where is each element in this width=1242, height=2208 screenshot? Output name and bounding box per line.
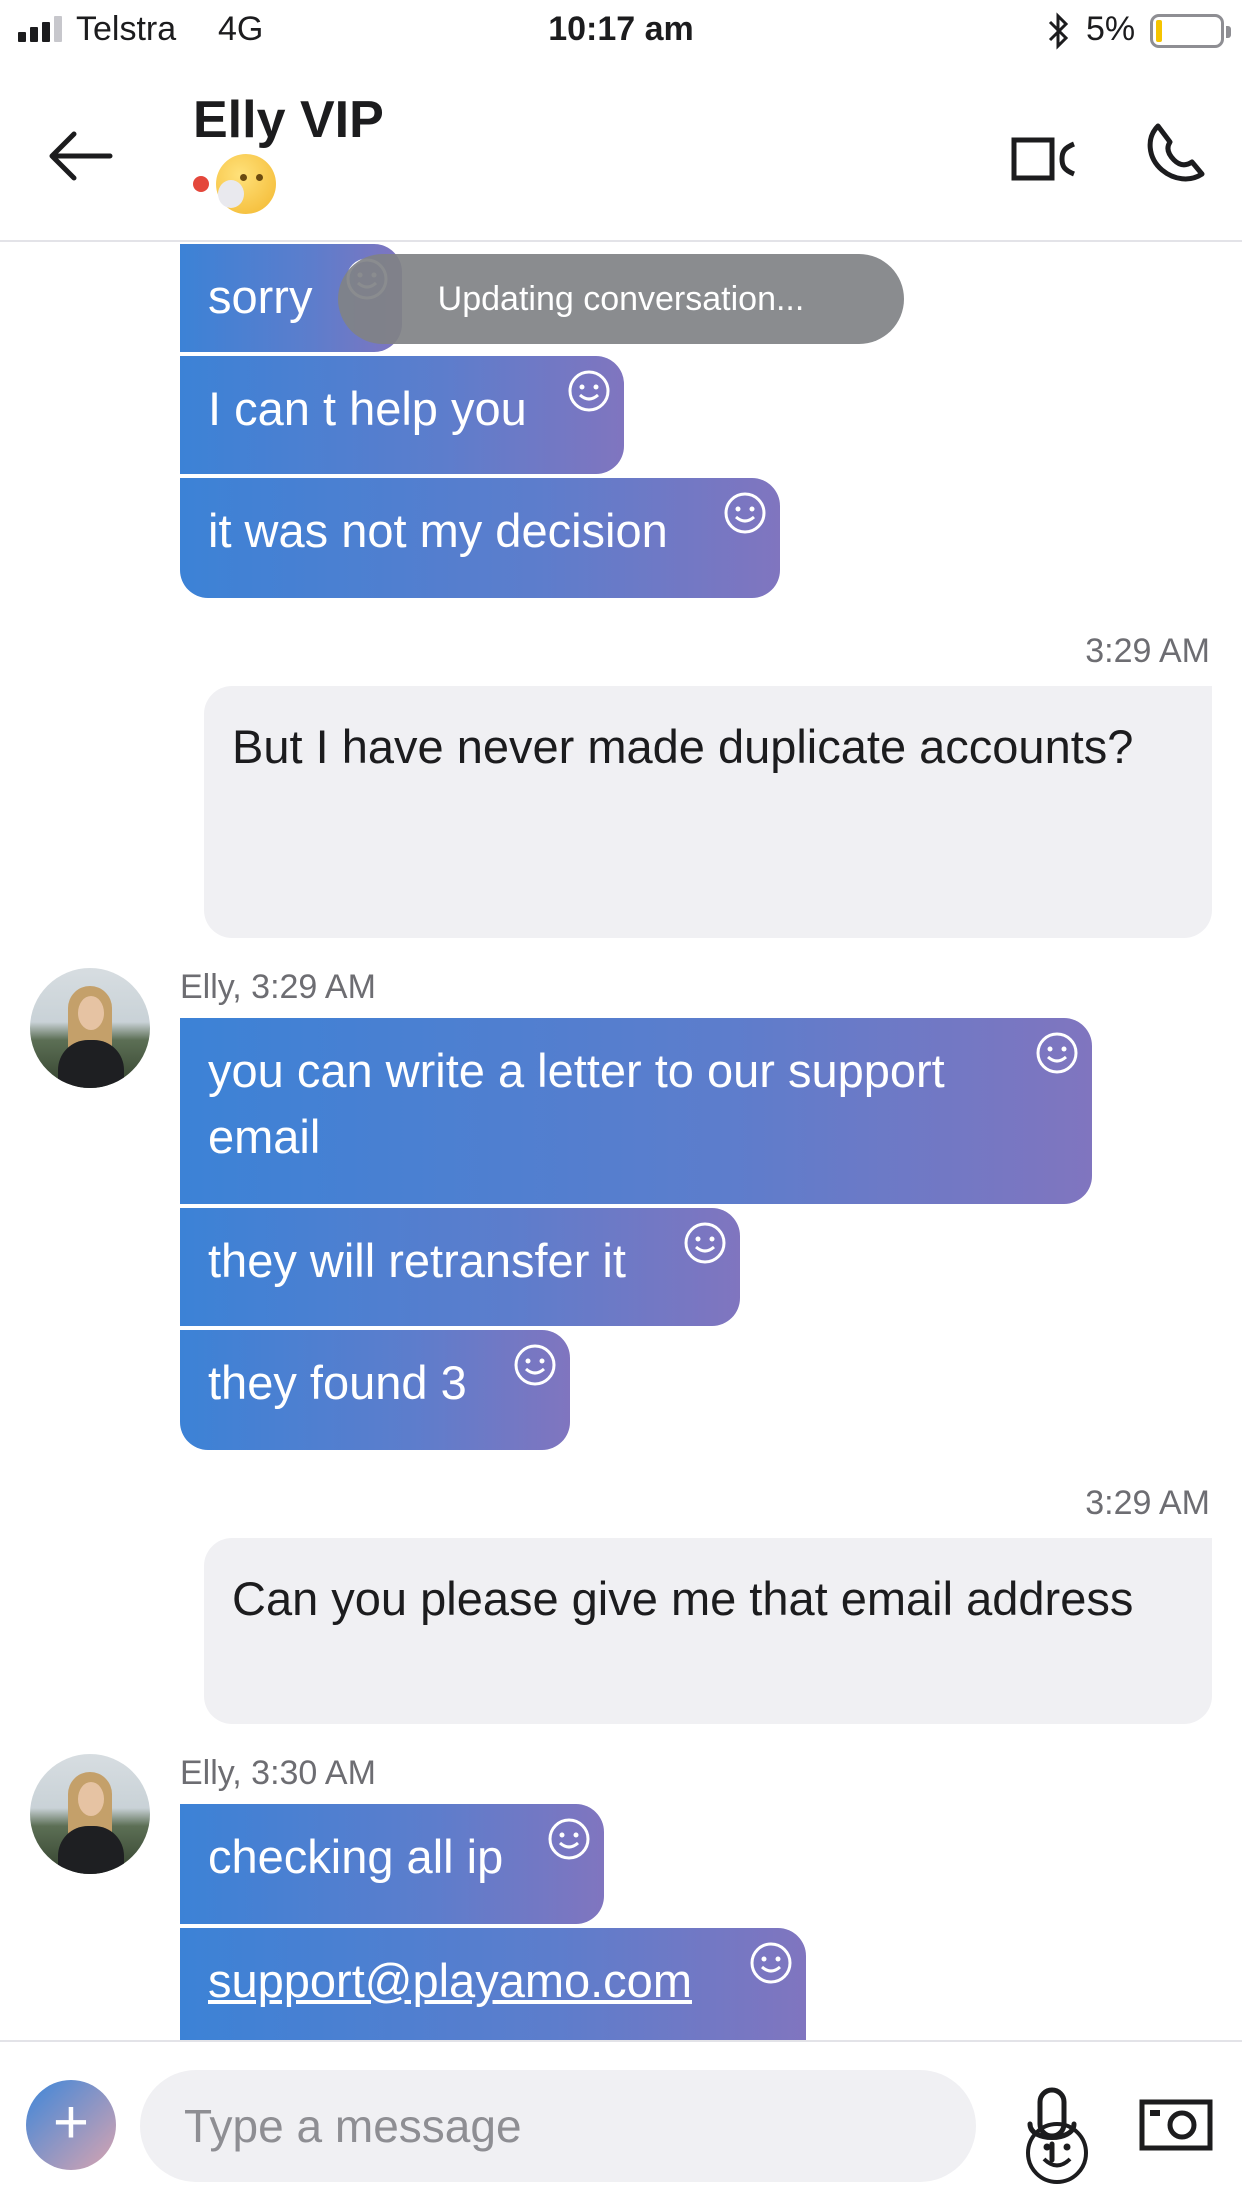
chat-title[interactable]: Elly VIP (193, 90, 384, 150)
message-text: they found 3 (208, 1356, 467, 1409)
incoming-message[interactable]: checking all ip (180, 1804, 604, 1924)
battery-icon (1150, 14, 1231, 48)
chat-header: Elly VIP (0, 62, 1242, 242)
presence-dot (193, 176, 209, 192)
react-smiley-icon[interactable] (722, 490, 768, 536)
bluetooth-icon (1048, 12, 1069, 50)
react-smiley-icon[interactable] (546, 1816, 592, 1862)
react-smiley-icon[interactable] (512, 1342, 558, 1388)
sender-timestamp: Elly, 3:30 AM (180, 1754, 376, 1792)
incoming-message[interactable]: it was not my decision (180, 478, 780, 598)
status-bar: Telstra 4G 10:17 am 5% (0, 0, 1242, 62)
updating-toast: Updating conversation... (338, 254, 904, 344)
react-smiley-icon[interactable] (682, 1220, 728, 1266)
react-smiley-icon[interactable] (748, 1940, 794, 1986)
contact-avatar[interactable] (30, 1754, 150, 1874)
phone-call-icon[interactable] (1140, 118, 1210, 188)
video-call-icon[interactable] (1010, 122, 1080, 192)
incoming-message[interactable]: they will retransfer it (180, 1208, 740, 1326)
email-link[interactable]: support@playamo.com (208, 1954, 692, 2007)
hand-over-mouth-emoji-icon (216, 154, 276, 214)
camera-icon[interactable] (1138, 2094, 1214, 2154)
message-timestamp: 3:29 AM (1085, 632, 1210, 670)
react-smiley-icon[interactable] (1034, 1030, 1080, 1076)
incoming-message[interactable]: I can t help you (180, 356, 624, 474)
message-text: you can write a letter to our support em… (208, 1044, 945, 1163)
add-attachment-button[interactable]: + (26, 2080, 116, 2170)
message-timestamp: 3:29 AM (1085, 1484, 1210, 1522)
message-text: they will retransfer it (208, 1234, 626, 1287)
incoming-message[interactable]: support@playamo.com (180, 1928, 806, 2048)
message-text: sorry (208, 270, 313, 323)
message-text: checking all ip (208, 1830, 504, 1883)
back-arrow-icon[interactable] (40, 116, 120, 196)
contact-avatar[interactable] (30, 968, 150, 1088)
message-text: I can t help you (208, 382, 527, 435)
message-text: Can you please give me that email addres… (232, 1572, 1134, 1625)
react-smiley-icon[interactable] (566, 368, 612, 414)
message-composer: + (0, 2040, 1242, 2208)
incoming-message[interactable]: they found 3 (180, 1330, 570, 1450)
message-text: it was not my decision (208, 504, 668, 557)
outgoing-message[interactable]: But I have never made duplicate accounts… (204, 686, 1212, 938)
message-input-container[interactable] (140, 2070, 1088, 2184)
sender-timestamp: Elly, 3:29 AM (180, 968, 376, 1006)
incoming-message[interactable]: you can write a letter to our support em… (180, 1018, 1092, 1204)
outgoing-message[interactable]: Can you please give me that email addres… (204, 1538, 1212, 1724)
microphone-icon[interactable] (1022, 2086, 1082, 2166)
message-input[interactable] (184, 2070, 884, 2182)
battery-percent: 5% (1086, 10, 1136, 48)
message-text: But I have never made duplicate accounts… (232, 720, 1134, 773)
